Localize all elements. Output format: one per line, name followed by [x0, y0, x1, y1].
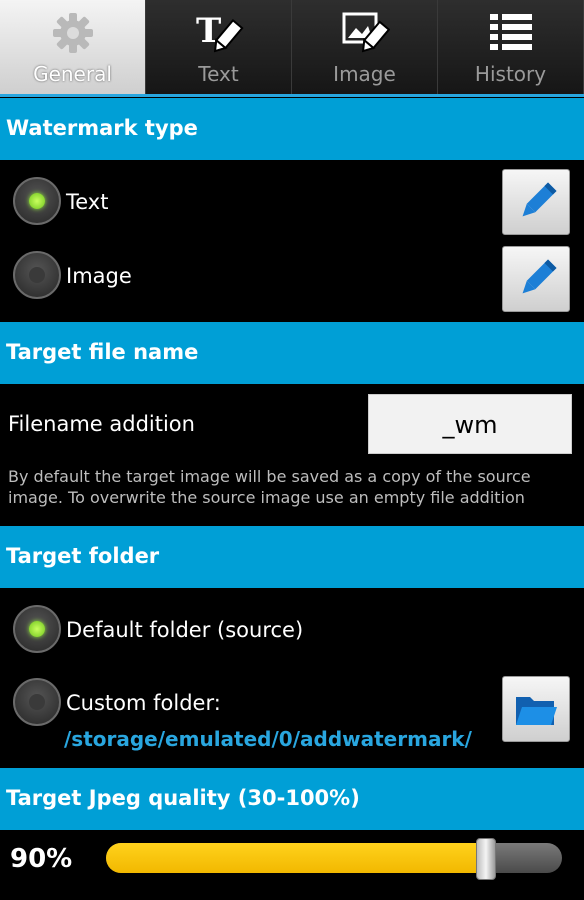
radio-custom-folder[interactable]	[13, 678, 61, 726]
radio-text[interactable]	[13, 177, 61, 225]
radio-image-label[interactable]: Image	[66, 264, 132, 288]
filename-addition-input[interactable]: _wm	[368, 394, 572, 454]
tab-text[interactable]: T Text	[146, 0, 292, 94]
radio-custom-folder-label[interactable]: Custom folder:	[66, 691, 221, 715]
section-target-file-name: Target file name	[0, 322, 584, 384]
text-edit-icon: T	[196, 11, 244, 53]
radio-dot	[29, 621, 45, 637]
quality-value: 90%	[10, 844, 73, 874]
edit-image-button[interactable]	[502, 246, 570, 312]
edit-text-button[interactable]	[502, 169, 570, 235]
quality-slider-fill	[106, 843, 486, 873]
section-jpeg-quality: Target Jpeg quality (30-100%)	[0, 768, 584, 830]
tab-general[interactable]: General	[0, 0, 146, 94]
section-title: Target file name	[6, 340, 199, 364]
radio-dot	[29, 694, 45, 710]
tab-label: Image	[333, 62, 396, 86]
filename-hint: By default the target image will be save…	[8, 467, 531, 507]
section-watermark-type: Watermark type	[0, 98, 584, 160]
radio-default-folder-label[interactable]: Default folder (source)	[66, 618, 303, 642]
section-target-folder: Target folder	[0, 526, 584, 588]
tab-bar: General T Text Image History	[0, 0, 584, 96]
custom-folder-path: /storage/emulated/0/addwatermark/	[64, 727, 472, 751]
quality-slider-thumb[interactable]	[476, 838, 496, 880]
tab-image[interactable]: Image	[292, 0, 438, 94]
folder-open-icon	[516, 697, 557, 725]
pencil-icon	[522, 259, 557, 294]
radio-text-label[interactable]: Text	[66, 190, 108, 214]
tab-history[interactable]: History	[438, 0, 584, 94]
choose-folder-button[interactable]	[502, 676, 570, 742]
radio-default-folder[interactable]	[13, 605, 61, 653]
tab-label: General	[33, 62, 112, 86]
image-edit-icon	[342, 12, 390, 53]
tab-label: Text	[198, 62, 239, 86]
gear-icon	[53, 13, 93, 53]
section-title: Target folder	[6, 544, 160, 568]
pencil-icon	[522, 182, 557, 217]
tab-label: History	[474, 62, 547, 86]
radio-dot	[29, 267, 45, 283]
radio-image[interactable]	[13, 251, 61, 299]
section-title: Watermark type	[6, 116, 198, 140]
radio-dot	[29, 193, 45, 209]
filename-addition-label: Filename addition	[8, 412, 195, 436]
tab-indicator	[0, 94, 584, 97]
section-title: Target Jpeg quality (30-100%)	[6, 786, 360, 810]
list-icon	[490, 14, 532, 50]
